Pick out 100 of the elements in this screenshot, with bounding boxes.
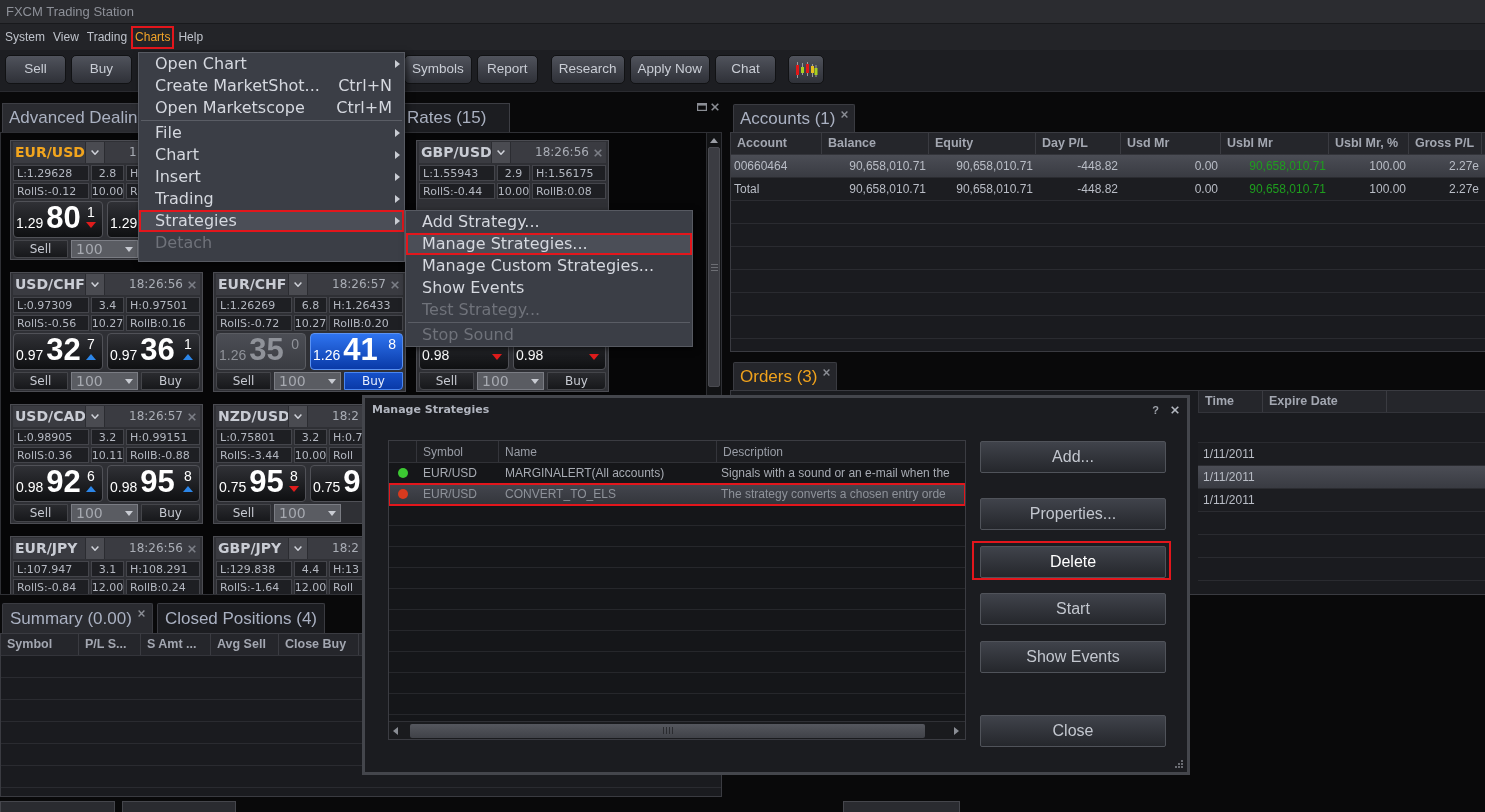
column-header[interactable]: P/L S... (79, 634, 141, 655)
dropdown-button[interactable] (491, 142, 511, 163)
scroll-up-icon[interactable] (710, 137, 718, 143)
toolbar-button[interactable]: Research (550, 55, 625, 84)
sell-price-button[interactable]: 0.98 92 6 (13, 465, 103, 502)
sell-button[interactable]: Sell (13, 372, 68, 390)
menu-item[interactable]: Create MarketShot... Ctrl+N (139, 75, 404, 97)
menu-item[interactable]: Insert (139, 166, 404, 188)
menu-item[interactable]: Manage Strategies... (406, 233, 692, 255)
resize-grip-icon[interactable] (1174, 759, 1183, 768)
buy-button[interactable]: Buy (344, 372, 403, 390)
chart-button[interactable] (788, 55, 825, 84)
buy-price-button[interactable]: 1.26 41 8 (310, 333, 403, 370)
menu-item[interactable]: Strategies (139, 210, 404, 232)
panel-tab[interactable]: Rates (15) (405, 103, 510, 132)
currency-pair: EUR/USD (14, 143, 85, 162)
column-header[interactable]: Usbl Mr (1221, 133, 1329, 154)
menu-item[interactable]: Help (175, 26, 207, 48)
dialog-button[interactable]: Show Events (980, 641, 1166, 673)
sell-button[interactable]: Sell (13, 240, 68, 258)
toolbar-button[interactable]: Sell (5, 55, 66, 84)
close-icon[interactable] (823, 369, 831, 376)
column-header[interactable]: Name (498, 441, 716, 462)
column-header[interactable]: Account (731, 133, 822, 154)
dropdown-button[interactable] (288, 406, 308, 427)
strategy-row[interactable]: EUR/USD CONVERT_TO_ELS The strategy converts a chosen entry orde (389, 484, 965, 505)
column-header[interactable]: Day P/L (1036, 133, 1121, 154)
column-header[interactable]: Balance (822, 133, 929, 154)
panel-tab[interactable]: Orders (3) (733, 362, 838, 390)
column-header[interactable]: Avg Sell (211, 634, 279, 655)
toolbar-button[interactable]: Symbols (404, 55, 472, 84)
sell-price-button[interactable]: 0.97 32 7 (13, 333, 103, 370)
dialog-button[interactable]: Properties... (980, 498, 1166, 530)
column-header[interactable]: Close Buy (279, 634, 359, 655)
menu-item[interactable]: Open Marketscope Ctrl+M (139, 97, 404, 119)
menu-item[interactable]: View (50, 26, 82, 48)
scrollbar-thumb[interactable] (410, 723, 925, 738)
caret-down-icon (125, 246, 133, 252)
dropdown-button[interactable] (288, 274, 308, 295)
column-header[interactable]: Expire Date (1263, 391, 1387, 412)
sell-button[interactable]: Sell (216, 372, 271, 390)
sell-price-button[interactable]: 1.29 80 1 (13, 201, 103, 238)
table-row[interactable]: 00660464 90,658,010.71 90,658,010.71 -448.82 0.00 90,658,010.71 100.00 2.27e (731, 155, 1485, 178)
menu-item[interactable]: Show Events (406, 277, 692, 299)
sell-button[interactable]: Sell (216, 504, 271, 522)
dialog-button[interactable]: Start (980, 593, 1166, 625)
panel-tab[interactable]: Summary (0.00) (2, 603, 153, 633)
menu-item[interactable]: Trading (83, 26, 131, 48)
menu-item[interactable]: Manage Custom Strategies... (406, 255, 692, 277)
toolbar-button[interactable]: Apply Now (629, 55, 711, 84)
buy-price-button[interactable]: 0.98 95 8 (107, 465, 200, 502)
panel-tab[interactable]: Accounts (1) (733, 104, 856, 132)
sell-button[interactable]: Sell (419, 372, 474, 390)
menu-item[interactable]: Chart (139, 144, 404, 166)
help-button[interactable]: ? (1152, 404, 1159, 416)
menu-item[interactable]: System (2, 26, 48, 48)
column-header[interactable]: Time (1199, 391, 1263, 412)
buy-button[interactable]: Buy (141, 372, 200, 390)
column-header[interactable]: Symbol (1, 634, 79, 655)
close-icon[interactable] (1171, 406, 1179, 414)
menu-item[interactable]: File (139, 122, 404, 144)
buy-price-button[interactable]: 0.97 36 1 (107, 333, 200, 370)
dropdown-button[interactable] (85, 538, 105, 559)
table-cell-text: EUR/USD (422, 465, 478, 482)
toolbar-button[interactable]: Chat (715, 55, 777, 84)
column-header[interactable]: Gross P/L (1409, 133, 1482, 154)
menu-item[interactable]: Add Strategy... (406, 211, 692, 233)
close-icon[interactable] (711, 103, 719, 111)
menu-item[interactable]: Open Chart (139, 53, 404, 75)
close-icon[interactable] (137, 610, 145, 617)
scroll-left-icon[interactable] (393, 726, 398, 735)
panel-tab[interactable]: Advanced Dealin (2, 103, 138, 132)
table-row[interactable]: 1/11/2011 (1198, 466, 1485, 489)
dialog-button[interactable]: Add... (980, 441, 1166, 473)
column-header[interactable]: Usd Mr (1121, 133, 1221, 154)
menu-item[interactable]: Trading (139, 188, 404, 210)
column-header[interactable]: Description (716, 441, 965, 462)
column-header[interactable]: S Amt ... (141, 634, 211, 655)
sell-button[interactable]: Sell (13, 504, 68, 522)
buy-button[interactable]: Buy (547, 372, 606, 390)
menu-item[interactable]: Charts (132, 26, 174, 48)
dropdown-button[interactable] (85, 142, 105, 163)
column-header[interactable]: Equity (929, 133, 1036, 154)
dropdown-button[interactable] (85, 274, 105, 295)
column-header[interactable]: Usbl Mr, % (1329, 133, 1409, 154)
dropdown-button[interactable] (288, 538, 308, 559)
roll-sell-rate: RollS:-1.64 (220, 581, 280, 593)
dialog-button[interactable]: Close (980, 715, 1166, 747)
buy-button[interactable]: Buy (141, 504, 200, 522)
restore-icon[interactable] (697, 103, 707, 111)
close-icon[interactable] (841, 111, 849, 118)
scrollbar-thumb[interactable] (708, 147, 720, 387)
sell-price-button[interactable]: 0.75 95 8 (216, 465, 306, 502)
toolbar-button[interactable]: Buy (71, 55, 132, 84)
toolbar-button[interactable]: Report (476, 55, 538, 84)
panel-tab[interactable]: Closed Positions (4) (156, 603, 325, 633)
dropdown-button[interactable] (85, 406, 105, 427)
scroll-right-icon[interactable] (954, 726, 959, 735)
dialog-button[interactable]: Delete (980, 546, 1166, 578)
column-header[interactable]: Symbol (416, 441, 498, 462)
